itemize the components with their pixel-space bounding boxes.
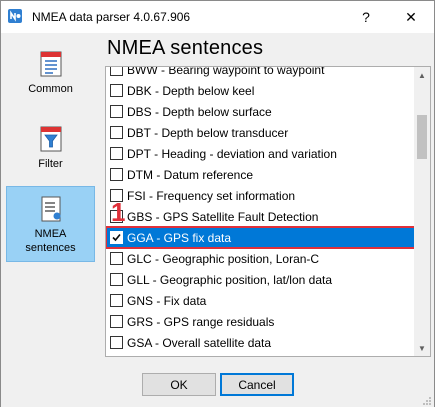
list-item[interactable]: GNS - Fix data	[106, 290, 415, 311]
list-item[interactable]: GSA - Overall satellite data	[106, 332, 415, 353]
list-item[interactable]: GBS - GPS Satellite Fault Detection	[106, 206, 415, 227]
checkbox[interactable]	[110, 105, 123, 118]
checkbox[interactable]	[110, 126, 123, 139]
list-item-label: GNS - Fix data	[127, 293, 207, 308]
list-item[interactable]: DBK - Depth below keel	[106, 80, 415, 101]
checkbox[interactable]	[110, 252, 123, 265]
ok-button[interactable]: OK	[142, 373, 216, 396]
close-button[interactable]: ✕	[388, 1, 434, 33]
step-number-badge: 1	[111, 197, 126, 227]
list-item-label: DBK - Depth below keel	[127, 83, 255, 98]
checkbox[interactable]	[110, 67, 123, 76]
checkbox[interactable]	[110, 315, 123, 328]
nmea-sentence-list[interactable]: BWW - Bearing waypoint to waypoint DBK - …	[105, 66, 431, 357]
sidebar-item-common[interactable]: Common	[6, 42, 95, 114]
list-item[interactable]: GGA - GPS fix data	[106, 226, 416, 249]
sidebar-item-label: Filter	[38, 158, 63, 170]
checkbox-checked[interactable]	[110, 231, 123, 244]
list-item[interactable]: DPT - Heading - deviation and variation	[106, 143, 415, 164]
filter-icon	[39, 125, 63, 153]
list-item-label: BWW - Bearing waypoint to waypoint	[127, 66, 325, 77]
resize-grip-icon[interactable]	[422, 395, 432, 405]
checkbox[interactable]	[110, 294, 123, 307]
dialog-footer: OK Cancel	[1, 363, 434, 407]
nmea-sentences-icon	[39, 195, 63, 223]
list-item[interactable]: GRS - GPS range residuals	[106, 311, 415, 332]
list-item[interactable]: GLC - Geographic position, Loran-C	[106, 248, 415, 269]
checkbox[interactable]	[110, 84, 123, 97]
checkbox[interactable]	[110, 273, 123, 286]
document-icon	[39, 50, 63, 78]
list-item-label: FSI - Frequency set information	[127, 188, 296, 203]
sidebar-item-label: Common	[28, 83, 73, 95]
sidebar-item-nmea-sentences[interactable]: NMEA sentences	[6, 186, 95, 262]
list-item[interactable]: DBS - Depth below surface	[106, 101, 415, 122]
checkbox[interactable]	[110, 336, 123, 349]
checkbox[interactable]	[110, 147, 123, 160]
list-item-label: DBS - Depth below surface	[127, 104, 272, 119]
sidebar-item-filter[interactable]: Filter	[6, 117, 95, 189]
scroll-down-arrow-icon[interactable]: ▼	[414, 340, 430, 356]
list-item[interactable]: FSI - Frequency set information	[106, 185, 415, 206]
scrollbar-thumb[interactable]	[417, 115, 427, 159]
title-bar: NMEA data parser 4.0.67.906 ? ✕	[1, 1, 434, 33]
list-item-label: DPT - Heading - deviation and variation	[127, 146, 337, 161]
app-icon	[7, 8, 23, 24]
vertical-scrollbar[interactable]: ▲ ▼	[414, 67, 430, 356]
list-item[interactable]: DTM - Datum reference	[106, 164, 415, 185]
list-items: BWW - Bearing waypoint to waypoint DBK - …	[106, 66, 416, 353]
list-item[interactable]: DBT - Depth below transducer	[106, 122, 415, 143]
list-item-label: DTM - Datum reference	[127, 167, 254, 182]
list-item-label: DBT - Depth below transducer	[127, 125, 289, 140]
dialog-window: NMEA data parser 4.0.67.906 ? ✕ Common F…	[0, 0, 435, 407]
scroll-up-arrow-icon[interactable]: ▲	[414, 67, 430, 83]
sidebar-item-label: NMEA sentences	[25, 228, 76, 254]
page-title: NMEA sentences	[107, 37, 264, 59]
window-title: NMEA data parser 4.0.67.906	[32, 10, 191, 24]
list-item-label: GLL - Geographic position, lat/lon data	[127, 272, 333, 287]
list-item-label: GLC - Geographic position, Loran-C	[127, 251, 320, 266]
list-item[interactable]: BWW - Bearing waypoint to waypoint	[106, 66, 415, 80]
help-button[interactable]: ?	[343, 1, 389, 33]
list-item-label: GRS - GPS range residuals	[127, 314, 275, 329]
cancel-button[interactable]: Cancel	[220, 373, 294, 396]
sidebar: Common Filter NMEA sentences	[3, 34, 99, 366]
list-item-label: GSA - Overall satellite data	[127, 335, 272, 350]
list-item-label: GGA - GPS fix data	[127, 230, 232, 245]
list-item-label: GBS - GPS Satellite Fault Detection	[127, 209, 319, 224]
checkbox[interactable]	[110, 168, 123, 181]
list-item[interactable]: GLL - Geographic position, lat/lon data	[106, 269, 415, 290]
